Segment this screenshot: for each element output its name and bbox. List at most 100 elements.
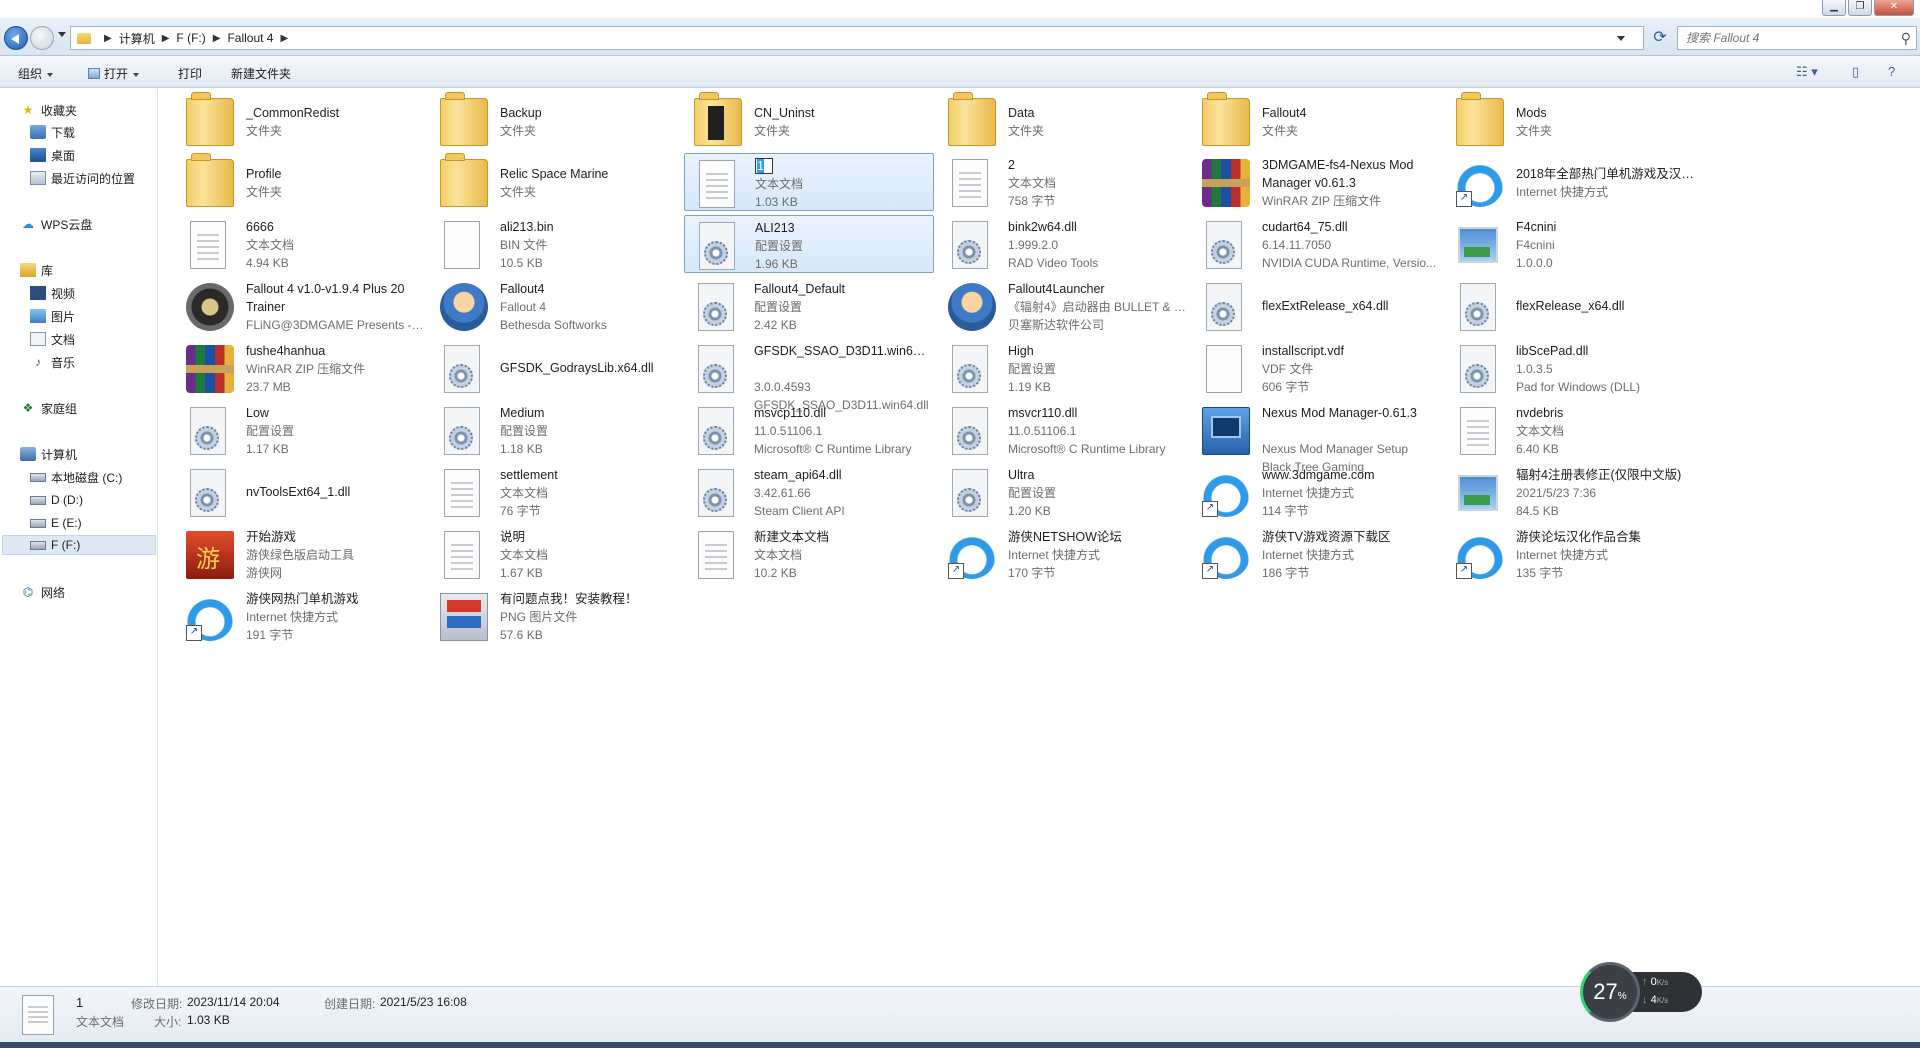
file-item[interactable]: F4cnini F4cnini 1.0.0.0 [1446, 215, 1696, 273]
maximize-button[interactable]: ❐ [1848, 0, 1872, 16]
sidebar-item-computer[interactable]: 计算机 [20, 444, 77, 464]
minimize-button[interactable]: ▁ [1822, 0, 1846, 16]
chevron-right-icon[interactable]: ▶ [162, 33, 170, 44]
address-dropdown-icon[interactable] [1617, 36, 1625, 41]
back-button[interactable] [4, 26, 28, 50]
file-item[interactable]: 新建文本文档 文本文档 10.2 KB [684, 525, 934, 583]
file-item[interactable]: Ultra 配置设置 1.20 KB [938, 463, 1188, 521]
file-item[interactable]: 2 文本文档 758 字节 [938, 153, 1188, 211]
file-item[interactable]: installscript.vdf VDF 文件 606 字节 [1192, 339, 1442, 397]
file-item[interactable]: nvToolsExt64_1.dll [176, 463, 426, 521]
file-item[interactable]: 辐射4注册表修正(仅限中文版) 2021/5/23 7:36 84.5 KB [1446, 463, 1696, 521]
sidebar-item-documents[interactable]: 文档 [30, 329, 75, 349]
file-item[interactable]: cudart64_75.dll 6.14.11.7050 NVIDIA CUDA R… [1192, 215, 1442, 273]
file-item[interactable]: 游侠NETSHOW论坛 Internet 快捷方式 170 字节 [938, 525, 1188, 583]
new-folder-button[interactable]: 新建文件夹 [231, 65, 291, 82]
file-item[interactable]: Relic Space Marine 文件夹 [430, 153, 680, 211]
file-item[interactable]: High 配置设置 1.19 KB [938, 339, 1188, 397]
blank-file-icon [444, 221, 480, 269]
sidebar-item-drive-f[interactable]: F (F:) [2, 535, 156, 555]
network-speed-widget[interactable]: 27% ↑ 0K/s ↓ 4K/s [1580, 962, 1702, 1022]
sidebar-item-drive-c[interactable]: 本地磁盘 (C:) [30, 467, 122, 487]
chevron-right-icon[interactable]: ▶ [213, 33, 221, 44]
breadcrumb[interactable]: ▶ 计算机 ▶ F (F:) ▶ Fallout 4 ▶ [70, 26, 1644, 50]
sidebar-item-desktop[interactable]: 桌面 [30, 145, 75, 165]
file-item[interactable]: 游侠论坛汉化作品合集 Internet 快捷方式 135 字节 [1446, 525, 1696, 583]
file-item[interactable]: ali213.bin BIN 文件 10.5 KB [430, 215, 680, 273]
file-item[interactable]: flexExtRelease_x64.dll [1192, 277, 1442, 335]
sidebar-item-videos[interactable]: 视频 [30, 283, 75, 303]
file-item[interactable]: 说明 文本文档 1.67 KB [430, 525, 680, 583]
file-item[interactable]: 3DMGAME-fs4-Nexus Mod Manager v0.61.3 Win… [1192, 153, 1442, 211]
file-item[interactable]: bink2w64.dll 1.999.2.0 RAD Video Tools [938, 215, 1188, 273]
file-item[interactable]: ALI213 配置设置 1.96 KB [684, 215, 934, 273]
search-icon[interactable]: ⚲ [1901, 30, 1911, 47]
rename-input[interactable]: 1 [755, 158, 773, 174]
sidebar-item-favorites[interactable]: ★ 收藏夹 [20, 100, 77, 120]
organize-menu[interactable]: 组织 [18, 65, 54, 82]
sidebar-item-music[interactable]: ♪ 音乐 [30, 352, 75, 372]
preview-pane-icon[interactable]: ▯ [1852, 64, 1859, 80]
file-item[interactable]: GFSDK_SSAO_D3D11.win64.dll 3.0.0.4593 GFSD… [684, 339, 934, 412]
file-name: F4cnini [1516, 220, 1557, 234]
file-item[interactable]: 有问题点我！安装教程！ PNG 图片文件 57.6 KB [430, 587, 680, 645]
file-item[interactable]: 6666 文本文档 4.94 KB [176, 215, 426, 273]
file-item[interactable]: Fallout4Launcher 《辐射4》启动器由 BULLET & K... 贝… [938, 277, 1188, 335]
file-item[interactable]: Fallout 4 v1.0-v1.9.4 Plus 20 Trainer FLi… [176, 277, 426, 335]
file-item[interactable]: Mods 文件夹 [1446, 92, 1696, 150]
file-item[interactable]: msvcr110.dll 11.0.51106.1 Microsoft® C Run… [938, 401, 1188, 459]
file-item[interactable]: 1 文本文档 1.03 KB [684, 153, 934, 211]
file-item[interactable]: Profile 文件夹 [176, 153, 426, 211]
breadcrumb-computer[interactable]: 计算机 [119, 30, 155, 47]
forward-button[interactable] [30, 26, 54, 50]
file-item[interactable]: msvcp110.dll 11.0.51106.1 Microsoft® C Run… [684, 401, 934, 459]
search-input[interactable] [1686, 31, 1886, 45]
file-item[interactable]: Fallout4 Fallout 4 Bethesda Softworks [430, 277, 680, 335]
breadcrumb-fallout4[interactable]: Fallout 4 [227, 31, 273, 45]
sidebar-item-recent[interactable]: 最近访问的位置 [30, 168, 135, 188]
file-item[interactable]: settlement 文本文档 76 字节 [430, 463, 680, 521]
file-item[interactable]: GFSDK_GodraysLib.x64.dll [430, 339, 680, 397]
sidebar-item-downloads[interactable]: 下载 [30, 122, 75, 142]
file-item[interactable]: CN_Uninst 文件夹 [684, 92, 934, 150]
refresh-icon[interactable]: ⟳ [1650, 28, 1670, 48]
sidebar-item-network[interactable]: ⌬ 网络 [20, 582, 65, 602]
file-item[interactable]: _CommonRedist 文件夹 [176, 92, 426, 150]
file-item[interactable]: Low 配置设置 1.17 KB [176, 401, 426, 459]
file-item[interactable]: Backup 文件夹 [430, 92, 680, 150]
search-box[interactable]: ⚲ [1677, 26, 1917, 50]
open-menu[interactable]: 打开 [88, 65, 140, 82]
sidebar-item-drive-e[interactable]: E (E:) [30, 513, 82, 533]
file-item[interactable]: Data 文件夹 [938, 92, 1188, 150]
file-item[interactable]: Fallout4 文件夹 [1192, 92, 1442, 150]
file-item[interactable]: flexRelease_x64.dll [1446, 277, 1696, 335]
file-item[interactable]: Nexus Mod Manager-0.61.3 Nexus Mod Manage… [1192, 401, 1442, 474]
sidebar-item-libraries[interactable]: 库 [20, 260, 53, 280]
file-item[interactable]: Medium 配置设置 1.18 KB [430, 401, 680, 459]
file-item[interactable]: steam_api64.dll 3.42.61.66 Steam Client AP… [684, 463, 934, 521]
help-icon[interactable]: ? [1888, 64, 1895, 79]
file-item[interactable]: 游侠网热门单机游戏 Internet 快捷方式 191 字节 [176, 587, 426, 645]
sidebar-item-pictures[interactable]: 图片 [30, 306, 75, 326]
print-button[interactable]: 打印 [178, 65, 202, 82]
sidebar-item-homegroup[interactable]: ❖ 家庭组 [20, 398, 77, 418]
file-item-text: High 配置设置 1.19 KB [1008, 342, 1186, 396]
file-item[interactable]: fushe4hanhua WinRAR ZIP 压缩文件 23.7 MB [176, 339, 426, 397]
file-item[interactable]: libScePad.dll 1.0.3.5 Pad for Windows (DLL… [1446, 339, 1696, 397]
file-item[interactable]: 2018年全部热门单机游戏及汉化下载 Internet 快捷方式 [1446, 153, 1696, 211]
file-item[interactable]: Fallout4_Default 配置设置 2.42 KB [684, 277, 934, 335]
file-item[interactable]: 游侠TV游戏资源下载区 Internet 快捷方式 186 字节 [1192, 525, 1442, 583]
chevron-right-icon[interactable]: ▶ [104, 33, 112, 44]
file-item[interactable]: www.3dmgame.com Internet 快捷方式 114 字节 [1192, 463, 1442, 521]
text-document-icon [699, 160, 735, 208]
close-button[interactable]: ✕ [1874, 0, 1914, 16]
chevron-right-icon[interactable]: ▶ [280, 33, 288, 44]
sidebar-item-wps-cloud[interactable]: ☁ WPS云盘 [20, 214, 92, 234]
file-item[interactable]: 开始游戏游侠绿色版启动工具游侠网 [176, 525, 426, 583]
sidebar-item-drive-d[interactable]: D (D:) [30, 490, 83, 510]
file-item[interactable]: nvdebris 文本文档 6.40 KB [1446, 401, 1696, 459]
recent-pages-dropdown[interactable] [58, 32, 66, 37]
selected-file-name: 1 [76, 995, 84, 1010]
breadcrumb-drive-f[interactable]: F (F:) [176, 31, 205, 45]
view-options-icon[interactable]: ☷ ▾ [1796, 64, 1818, 80]
